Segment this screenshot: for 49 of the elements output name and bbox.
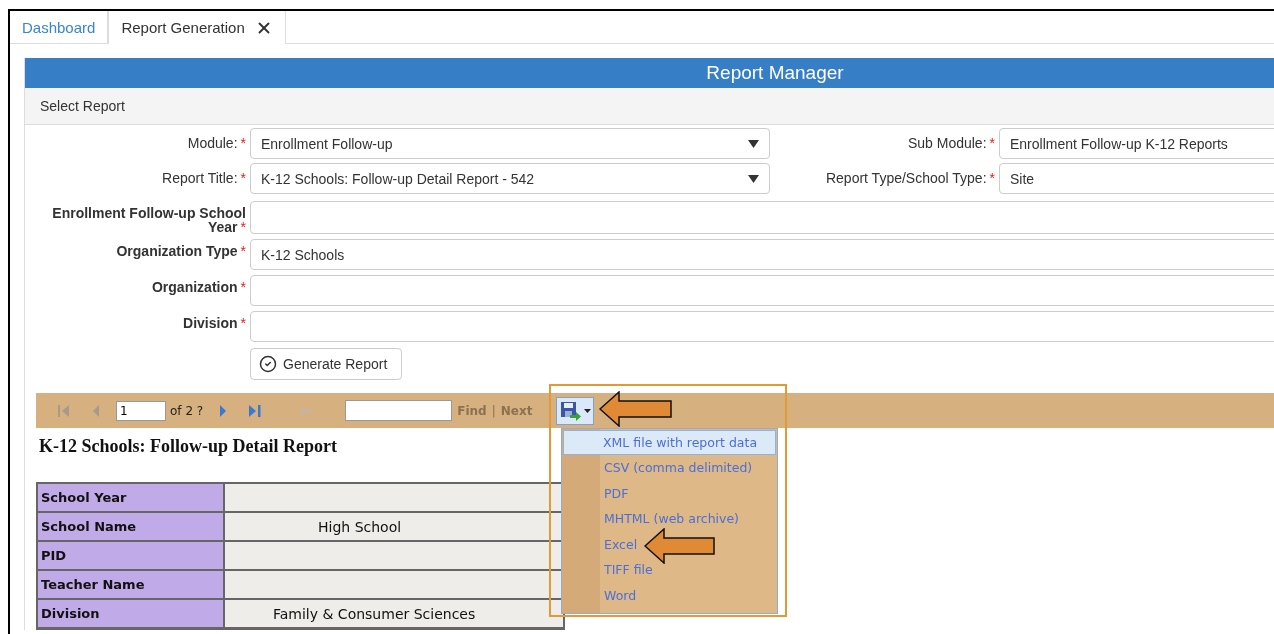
report-title: K-12 Schools: Follow-up Detail Report — [39, 436, 337, 457]
menu-item[interactable]: XML file with report data — [563, 430, 776, 455]
dropdown[interactable]: K-12 Schools: Follow-up Detail Report - 542 — [250, 163, 770, 194]
caret-icon — [583, 408, 591, 413]
menu-item[interactable]: MHTML (web archive) — [563, 506, 776, 531]
menu-item[interactable]: PDF — [563, 481, 776, 506]
menu-item[interactable]: Excel — [563, 532, 776, 557]
check-circle-icon — [259, 355, 277, 373]
field-label: Module: * — [186, 134, 246, 151]
panel-header: Report Manager — [25, 58, 1274, 88]
input-field[interactable]: Site — [999, 163, 1274, 194]
input-field[interactable] — [250, 201, 1274, 234]
caret-icon — [748, 174, 759, 183]
row-header: School Year — [38, 484, 225, 513]
page-input[interactable]: 1 — [116, 400, 166, 421]
menu-item[interactable]: CSV (comma delimited) — [563, 455, 776, 480]
input-field[interactable]: K-12 Schools — [250, 239, 1274, 270]
export-button[interactable] — [556, 396, 595, 425]
table-cell: High School — [225, 513, 563, 542]
input-field[interactable]: Enrollment Follow-up K-12 Reports — [999, 128, 1274, 159]
menu-item[interactable]: TIFF file — [563, 557, 776, 582]
field-label: Organization * — [151, 278, 246, 294]
row-header: PID — [38, 542, 225, 571]
dropdown[interactable]: Enrollment Follow-up — [250, 128, 770, 159]
last-page-icon[interactable] — [248, 403, 263, 418]
field-label: Report Title: * — [161, 169, 246, 186]
caret-icon — [748, 139, 759, 148]
row-header: School Name — [38, 513, 225, 542]
row-header: Division — [38, 600, 225, 629]
generate-report-button[interactable]: Generate Report — [250, 348, 402, 380]
field-label: Enrollment Follow-up School Year * — [51, 204, 246, 234]
field-label: Report Type/School Type: * — [824, 169, 995, 186]
link-separator: | — [491, 403, 496, 418]
field-label: Organization Type * — [115, 242, 246, 258]
tab[interactable]: Report Generation — [108, 11, 286, 44]
section-header: Select Report — [25, 88, 1274, 125]
table-cell: Family & Consumer Sciences — [225, 600, 563, 629]
callout-arrow — [644, 528, 716, 564]
next-link[interactable]: Next — [500, 403, 533, 418]
input-field[interactable] — [250, 311, 1274, 342]
row-header: Teacher Name — [38, 571, 225, 600]
next-page-icon[interactable] — [218, 403, 229, 418]
input-field[interactable] — [250, 275, 1274, 306]
field-label: Sub Module: * — [906, 134, 995, 151]
find-input[interactable] — [345, 400, 453, 421]
save-icon — [559, 400, 582, 421]
page-count: of 2 ? — [170, 403, 204, 418]
field-label: Division * — [182, 314, 246, 330]
menu-item[interactable]: Word — [563, 583, 776, 608]
